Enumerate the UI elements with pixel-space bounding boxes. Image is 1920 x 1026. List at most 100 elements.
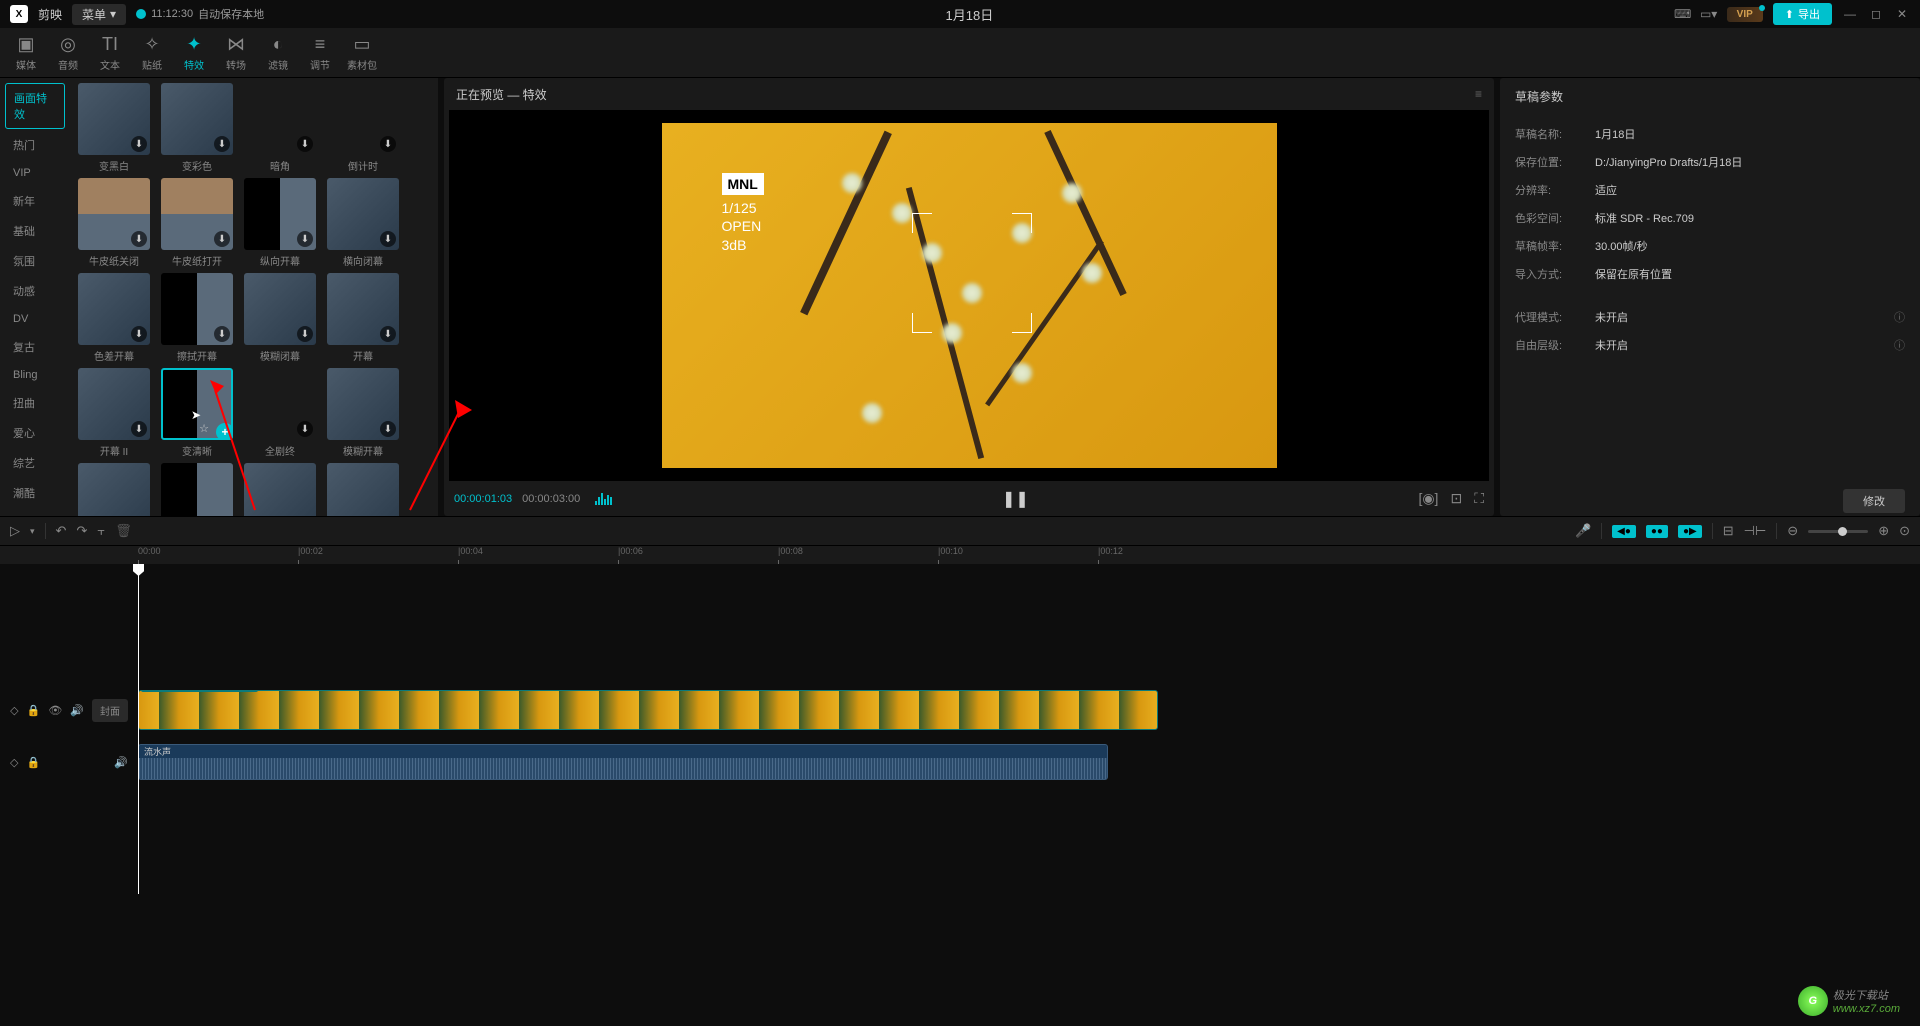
main-tab-素材包[interactable]: ▭素材包: [341, 29, 383, 77]
info-icon[interactable]: ⓘ: [1894, 337, 1905, 353]
effect-item[interactable]: ⬇: [158, 463, 236, 516]
effect-item[interactable]: ⬇暗角: [241, 83, 319, 173]
main-tab-滤镜[interactable]: ◐滤镜: [257, 29, 299, 77]
pointer-tool-icon[interactable]: ▷: [10, 523, 20, 539]
modify-button[interactable]: 修改: [1843, 489, 1905, 513]
zoom-fit-button[interactable]: ⊙: [1899, 523, 1910, 539]
preview-icon[interactable]: ⊣⊢: [1744, 523, 1767, 539]
effect-item[interactable]: ⬇开幕: [324, 273, 402, 363]
download-icon[interactable]: ⬇: [380, 136, 396, 152]
maximize-button[interactable]: ◻: [1868, 6, 1884, 22]
effect-thumb[interactable]: ⬇: [327, 368, 399, 440]
download-icon[interactable]: ⬇: [214, 326, 230, 342]
effect-thumb[interactable]: ⬇: [327, 273, 399, 345]
audio-icon[interactable]: 🔊: [70, 704, 84, 717]
effect-item[interactable]: ⬇模糊开幕: [324, 368, 402, 458]
effect-thumb[interactable]: ⬇: [161, 273, 233, 345]
magnet-left-icon[interactable]: ◀●: [1612, 525, 1636, 538]
lock-icon[interactable]: 🔒: [27, 704, 41, 717]
download-icon[interactable]: ⬇: [131, 231, 147, 247]
download-icon[interactable]: ⬇: [131, 326, 147, 342]
close-button[interactable]: ✕: [1894, 6, 1910, 22]
effect-thumb[interactable]: ⬇: [327, 83, 399, 155]
effect-item[interactable]: ⬇模糊闭幕: [241, 273, 319, 363]
effect-thumb[interactable]: ⬇: [78, 368, 150, 440]
download-icon[interactable]: ⬇: [297, 231, 313, 247]
effect-item[interactable]: ⬇倒计时: [324, 83, 402, 173]
preview-viewport[interactable]: MNL 1/125 OPEN 3dB: [449, 110, 1489, 481]
main-tab-特效[interactable]: ✦特效: [173, 29, 215, 77]
scale-icon[interactable]: ⊡: [1450, 490, 1462, 507]
download-icon[interactable]: ⬇: [214, 231, 230, 247]
download-icon[interactable]: ⬇: [380, 231, 396, 247]
effect-item[interactable]: ⬇色差开幕: [75, 273, 153, 363]
audio-clip[interactable]: 流水声: [138, 744, 1108, 780]
audio-track[interactable]: 流水声: [138, 736, 1920, 788]
category-潮酷[interactable]: 潮酷: [5, 479, 65, 507]
category-DV[interactable]: DV: [5, 307, 65, 331]
video-clip[interactable]: 实拍植物开花 00:00:12:19: [138, 690, 1158, 730]
effect-thumb[interactable]: ⬇: [78, 83, 150, 155]
mic-icon[interactable]: 🎤: [1575, 523, 1591, 539]
effect-item[interactable]: ⬇: [324, 463, 402, 516]
effect-thumb[interactable]: ⬇: [78, 463, 150, 516]
magnet-right-icon[interactable]: ●▶: [1678, 525, 1702, 538]
effect-item[interactable]: ☆+➤变清晰: [158, 368, 236, 458]
playhead[interactable]: [138, 564, 139, 894]
audio-icon[interactable]: 🔊: [114, 756, 128, 769]
main-tab-文本[interactable]: TI文本: [89, 29, 131, 77]
pause-button[interactable]: ❚❚: [1002, 489, 1029, 509]
category-扭曲[interactable]: 扭曲: [5, 389, 65, 417]
download-icon[interactable]: ⬇: [131, 421, 147, 437]
download-icon[interactable]: ⬇: [380, 326, 396, 342]
effect-item[interactable]: ⬇开幕 II: [75, 368, 153, 458]
redo-button[interactable]: ↷: [76, 523, 87, 539]
effect-item[interactable]: ⬇变彩色: [158, 83, 236, 173]
menu-button[interactable]: 菜单 ▾: [72, 4, 126, 25]
category-VIP[interactable]: VIP: [5, 161, 65, 185]
category-复古[interactable]: 复古: [5, 333, 65, 361]
effect-item[interactable]: ⬇全剧终: [241, 368, 319, 458]
category-画面特效[interactable]: 画面特效: [5, 83, 65, 129]
tracks[interactable]: 实拍植物开花 00:00:12:19 流水声: [138, 564, 1920, 864]
main-tab-调节[interactable]: ≡调节: [299, 29, 341, 77]
main-tab-贴纸[interactable]: ✧贴纸: [131, 29, 173, 77]
effect-item[interactable]: ⬇牛皮纸打开: [158, 178, 236, 268]
download-icon[interactable]: ⬇: [297, 326, 313, 342]
effect-thumb[interactable]: ⬇: [244, 83, 316, 155]
info-icon[interactable]: ⓘ: [1894, 309, 1905, 325]
dropdown-icon[interactable]: ▾: [30, 526, 35, 537]
mute-icon[interactable]: ◇: [10, 704, 18, 717]
effect-item[interactable]: ⬇: [75, 463, 153, 516]
preview-menu-icon[interactable]: ≡: [1475, 87, 1482, 101]
effect-thumb[interactable]: ☆+➤: [161, 368, 233, 440]
undo-button[interactable]: ↶: [56, 523, 67, 539]
zoom-in-button[interactable]: ⊕: [1878, 523, 1889, 539]
effect-thumb[interactable]: ⬇: [244, 368, 316, 440]
align-icon[interactable]: ⊟: [1723, 523, 1734, 539]
effect-thumb[interactable]: ⬇: [327, 463, 399, 516]
effect-thumb[interactable]: ⬇: [244, 178, 316, 250]
timeline-ruler[interactable]: 00:00|00:02|00:04|00:06|00:08|00:10|00:1…: [0, 546, 1920, 564]
minimize-button[interactable]: —: [1842, 6, 1858, 22]
category-氛围[interactable]: 氛围: [5, 247, 65, 275]
category-基础[interactable]: 基础: [5, 217, 65, 245]
effect-thumb[interactable]: ⬇: [244, 273, 316, 345]
effect-item[interactable]: ⬇横向闭幕: [324, 178, 402, 268]
fullscreen-icon[interactable]: ⛶: [1474, 490, 1484, 507]
layout-icon[interactable]: ▭▾: [1701, 6, 1717, 22]
lock-icon[interactable]: 🔒: [26, 756, 40, 769]
effect-item[interactable]: ⬇擦拭开幕: [158, 273, 236, 363]
effect-item[interactable]: ⬇纵向开幕: [241, 178, 319, 268]
download-icon[interactable]: ⬇: [214, 136, 230, 152]
zoom-out-button[interactable]: ⊖: [1787, 523, 1798, 539]
main-tab-音频[interactable]: ◎音频: [47, 29, 89, 77]
visible-icon[interactable]: 👁: [48, 704, 62, 717]
download-icon[interactable]: ⬇: [131, 136, 147, 152]
zoom-slider[interactable]: [1808, 530, 1868, 533]
video-track[interactable]: 实拍植物开花 00:00:12:19: [138, 684, 1920, 736]
star-icon[interactable]: ☆: [199, 422, 209, 435]
mute-icon[interactable]: ◇: [10, 756, 18, 769]
effect-thumb[interactable]: ⬇: [78, 178, 150, 250]
main-tab-转场[interactable]: ⋈转场: [215, 29, 257, 77]
